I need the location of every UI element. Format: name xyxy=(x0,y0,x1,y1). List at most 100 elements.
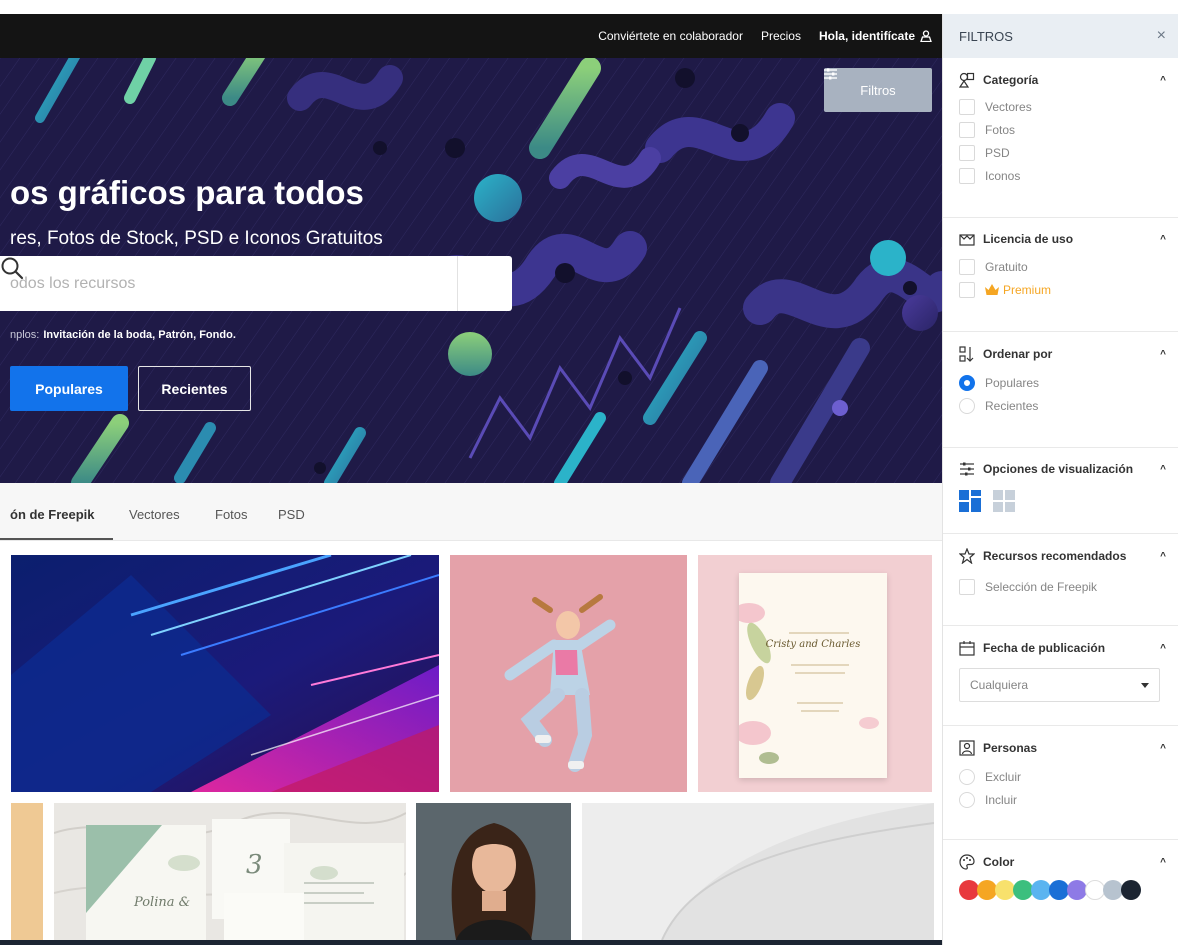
page: Conviértete en colaborador Precios Hola,… xyxy=(0,0,1178,945)
option-label: Premium xyxy=(1003,282,1052,297)
invitation2-text: Polina & xyxy=(134,895,191,910)
close-icon[interactable]: × xyxy=(1157,27,1166,45)
license-header[interactable]: Licencia de uso ^ xyxy=(959,232,1166,246)
filters-button[interactable]: Filtros xyxy=(824,68,932,112)
color-swatch-0[interactable] xyxy=(959,880,979,900)
radio[interactable] xyxy=(959,791,975,808)
search-button[interactable] xyxy=(1,256,512,311)
svg-text:3: 3 xyxy=(246,850,263,880)
thumbnail-neon-background[interactable] xyxy=(11,555,439,792)
color-swatch-2[interactable] xyxy=(995,880,1015,900)
sliders-icon xyxy=(960,462,974,476)
date-title: Fecha de publicación xyxy=(983,641,1106,655)
option-include[interactable]: Incluir xyxy=(959,791,1166,808)
option-vectors[interactable]: Vectores xyxy=(959,98,1166,115)
color-title: Color xyxy=(983,855,1015,869)
checkbox[interactable] xyxy=(959,578,975,595)
option-label: Vectores xyxy=(985,99,1032,114)
option-icons[interactable]: Iconos xyxy=(959,167,1166,184)
date-header[interactable]: Fecha de publicación ^ xyxy=(959,640,1166,656)
chevron-up-icon[interactable]: ^ xyxy=(1160,743,1166,754)
filters-sidebar: FILTROS × Categoría ^ Vectores Fotos PSD… xyxy=(942,14,1178,945)
people-header[interactable]: Personas ^ xyxy=(959,740,1166,756)
recommended-header[interactable]: Recursos recomendados ^ xyxy=(959,548,1166,564)
chevron-up-icon[interactable]: ^ xyxy=(1160,464,1166,475)
people-title: Personas xyxy=(983,741,1038,755)
woman-portrait-photo xyxy=(416,803,571,940)
date-select[interactable]: Cualquiera xyxy=(959,668,1160,702)
thumbnail-jumping-girl[interactable] xyxy=(450,555,687,792)
display-title: Opciones de visualización xyxy=(983,462,1134,476)
examples-links[interactable]: Invitación de la boda, Patrón, Fondo. xyxy=(43,329,236,341)
thumbnail-wedding-invitation[interactable]: Cristy and Charles xyxy=(698,555,932,792)
license-title: Licencia de uso xyxy=(983,232,1074,246)
thumbnail-woman-portrait[interactable] xyxy=(416,803,571,940)
contributor-link[interactable]: Conviértete en colaborador xyxy=(598,29,743,43)
radio[interactable] xyxy=(959,397,975,414)
tab-psd[interactable]: PSD xyxy=(278,507,305,522)
filters-title: FILTROS xyxy=(959,28,1013,44)
search-input[interactable]: odos los recursos xyxy=(0,275,457,293)
checkbox[interactable] xyxy=(959,281,975,298)
sort-header[interactable]: Ordenar por ^ xyxy=(959,346,1166,362)
option-premium[interactable]: Premium xyxy=(959,281,1166,298)
login-link[interactable]: Hola, identifícate xyxy=(819,29,932,43)
chevron-up-icon[interactable]: ^ xyxy=(1160,75,1166,86)
popular-button[interactable]: Populares xyxy=(10,366,128,411)
tab-vectors[interactable]: Vectores xyxy=(129,507,180,522)
checkbox[interactable] xyxy=(959,121,975,138)
category-header[interactable]: Categoría ^ xyxy=(959,72,1166,88)
neon-abstract-image xyxy=(11,555,439,792)
option-psd[interactable]: PSD xyxy=(959,144,1166,161)
tab-freepik-selection[interactable]: ón de Freepik xyxy=(10,507,95,522)
active-tab-indicator xyxy=(0,538,113,540)
option-exclude[interactable]: Excluir xyxy=(959,768,1166,785)
filter-section-people: Personas ^ Excluir Incluir xyxy=(943,726,1178,840)
color-swatch-8[interactable] xyxy=(1103,880,1123,900)
option-recent[interactable]: Recientes xyxy=(959,397,1166,414)
color-swatch-7[interactable] xyxy=(1085,880,1105,900)
filter-section-sort: Ordenar por ^ Populares Recientes xyxy=(943,332,1178,448)
search-examples: nplos: Invitación de la boda, Patrón, Fon… xyxy=(10,329,236,341)
checkbox[interactable] xyxy=(959,98,975,115)
top-strip xyxy=(0,0,1178,14)
recent-button[interactable]: Recientes xyxy=(138,366,251,411)
radio[interactable] xyxy=(959,768,975,785)
filter-section-recommended: Recursos recomendados ^ Selección de Fre… xyxy=(943,534,1178,626)
login-label: Hola, identifícate xyxy=(818,29,915,43)
option-free[interactable]: Gratuito xyxy=(959,258,1166,275)
option-freepik-selection[interactable]: Selección de Freepik xyxy=(959,578,1166,595)
search-icon xyxy=(1,257,24,280)
thumbnail-peach-partial[interactable] xyxy=(11,803,43,940)
option-popular[interactable]: Populares xyxy=(959,374,1166,391)
chevron-up-icon[interactable]: ^ xyxy=(1160,551,1166,562)
display-header[interactable]: Opciones de visualización ^ xyxy=(959,462,1166,476)
checkbox[interactable] xyxy=(959,258,975,275)
color-swatch-3[interactable] xyxy=(1013,880,1033,900)
chevron-up-icon[interactable]: ^ xyxy=(1160,643,1166,654)
filter-section-date: Fecha de publicación ^ Cualquiera xyxy=(943,626,1178,726)
search-bar[interactable]: odos los recursos xyxy=(0,256,512,311)
color-swatch-6[interactable] xyxy=(1067,880,1087,900)
checkbox[interactable] xyxy=(959,167,975,184)
option-label: Incluir xyxy=(985,792,1018,807)
color-header[interactable]: Color ^ xyxy=(959,854,1166,870)
color-swatch-1[interactable] xyxy=(977,880,997,900)
grid-view-icon[interactable] xyxy=(993,490,1015,512)
color-swatches xyxy=(959,880,1166,900)
radio-selected[interactable] xyxy=(959,374,975,391)
checkbox[interactable] xyxy=(959,144,975,161)
filter-section-category: Categoría ^ Vectores Fotos PSD Iconos xyxy=(943,58,1178,218)
chevron-up-icon[interactable]: ^ xyxy=(1160,234,1166,245)
thumbnail-paper-curl[interactable] xyxy=(582,803,934,940)
tab-photos[interactable]: Fotos xyxy=(215,507,248,522)
color-swatch-5[interactable] xyxy=(1049,880,1069,900)
mosaic-view-icon[interactable] xyxy=(959,490,981,512)
thumbnail-marble-invitation[interactable]: 3 Polina & xyxy=(54,803,406,940)
option-photos[interactable]: Fotos xyxy=(959,121,1166,138)
color-swatch-9[interactable] xyxy=(1121,880,1141,900)
color-swatch-4[interactable] xyxy=(1031,880,1051,900)
chevron-up-icon[interactable]: ^ xyxy=(1160,349,1166,360)
pricing-link[interactable]: Precios xyxy=(761,29,801,43)
chevron-up-icon[interactable]: ^ xyxy=(1160,857,1166,868)
